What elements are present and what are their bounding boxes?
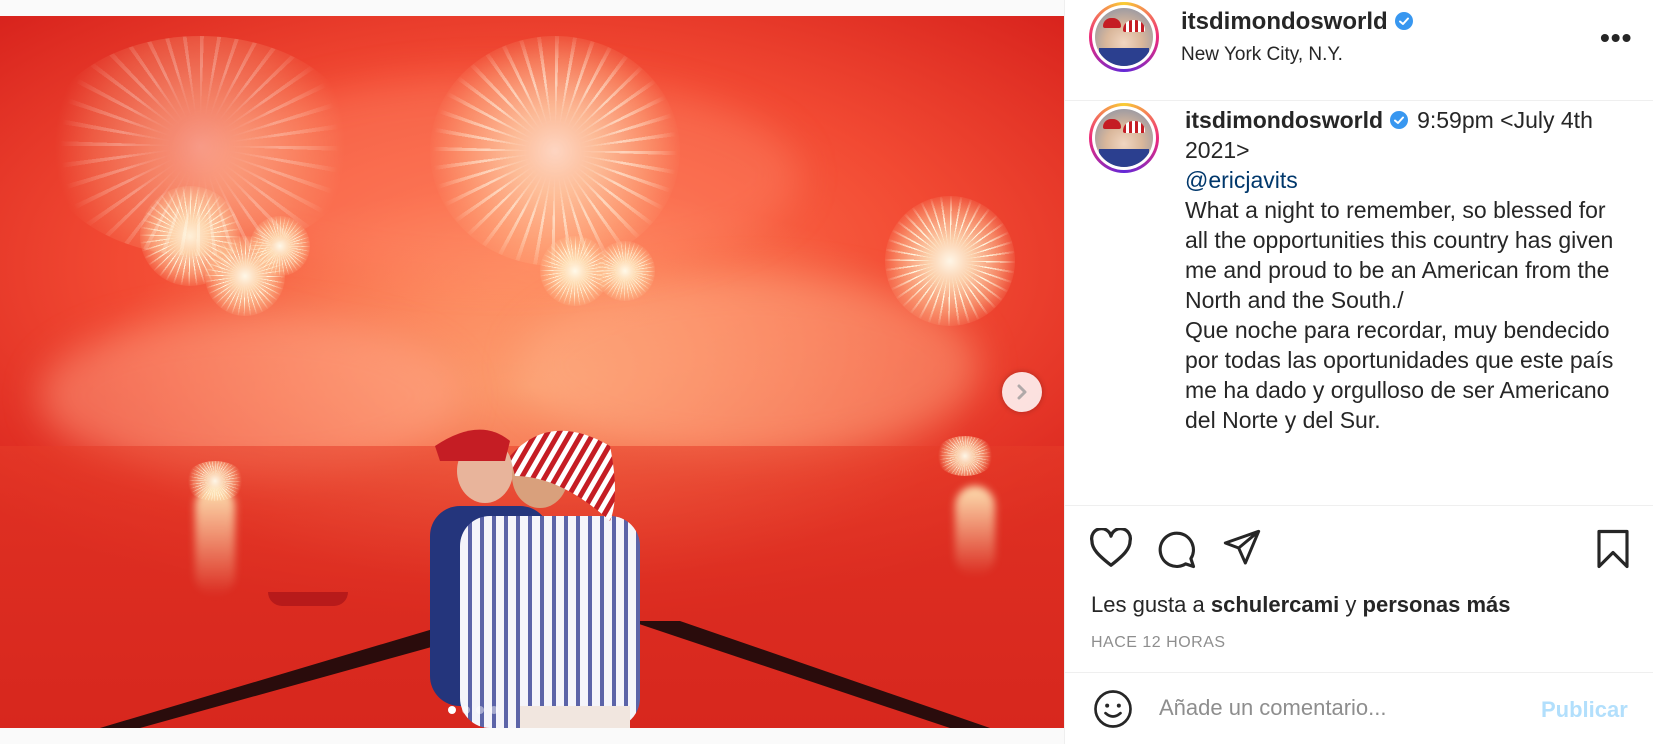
caption-paragraph-en: What a night to remember, so blessed for…: [1185, 197, 1614, 313]
carousel-dot: [476, 706, 484, 714]
caption-username[interactable]: itsdimondosworld: [1185, 107, 1383, 133]
comment-bubble-icon[interactable]: [1155, 528, 1197, 570]
bottom-strip: [0, 728, 1064, 744]
avatar[interactable]: [1089, 2, 1159, 72]
caption-section: itsdimondosworld 9:59pm <July 4th 2021> @…: [1065, 101, 1653, 505]
carousel-next-button[interactable]: [1002, 372, 1042, 412]
carousel-dot: [490, 706, 498, 714]
location-link[interactable]: New York City, N.Y.: [1181, 44, 1343, 66]
bookmark-icon[interactable]: [1595, 528, 1631, 570]
liker-username[interactable]: schulercami: [1211, 592, 1339, 617]
verified-badge-icon: [1394, 12, 1413, 30]
carousel-dots: [448, 706, 498, 714]
chevron-right-icon: [1017, 384, 1027, 400]
couple: [430, 429, 640, 728]
comment-bar: Publicar: [1065, 672, 1653, 745]
heart-icon[interactable]: [1089, 528, 1133, 568]
deck-railing: [100, 429, 990, 728]
carousel-dot: [448, 706, 456, 714]
post-header: itsdimondosworld New York City, N.Y. •••: [1065, 0, 1653, 101]
others-link[interactable]: personas más: [1363, 592, 1511, 617]
caption-paragraph-es: Que noche para recordar, muy bendecido p…: [1185, 317, 1614, 433]
avatar-image: [1095, 109, 1153, 167]
verified-badge-icon: [1390, 111, 1409, 129]
caption-mention[interactable]: @ericjavits: [1185, 165, 1615, 195]
more-options-button[interactable]: •••: [1600, 22, 1632, 54]
caption-avatar[interactable]: [1089, 103, 1159, 173]
carousel-dot: [462, 706, 470, 714]
header-username[interactable]: itsdimondosworld: [1181, 8, 1414, 36]
comment-input[interactable]: [1157, 687, 1501, 729]
avatar-image: [1095, 8, 1153, 66]
caption-text: itsdimondosworld 9:59pm <July 4th 2021> @…: [1185, 105, 1615, 435]
paper-plane-icon[interactable]: [1221, 528, 1263, 568]
action-bar: Les gusta a schulercami y personas más H…: [1065, 505, 1653, 671]
post-image[interactable]: [0, 16, 1064, 728]
likes-summary: Les gusta a schulercami y personas más: [1091, 592, 1511, 617]
post-sidebar: itsdimondosworld New York City, N.Y. •••…: [1064, 0, 1653, 744]
smiley-icon[interactable]: [1093, 689, 1133, 729]
post-timestamp[interactable]: HACE 12 HORAS: [1091, 634, 1226, 652]
publish-button[interactable]: Publicar: [1541, 697, 1628, 723]
